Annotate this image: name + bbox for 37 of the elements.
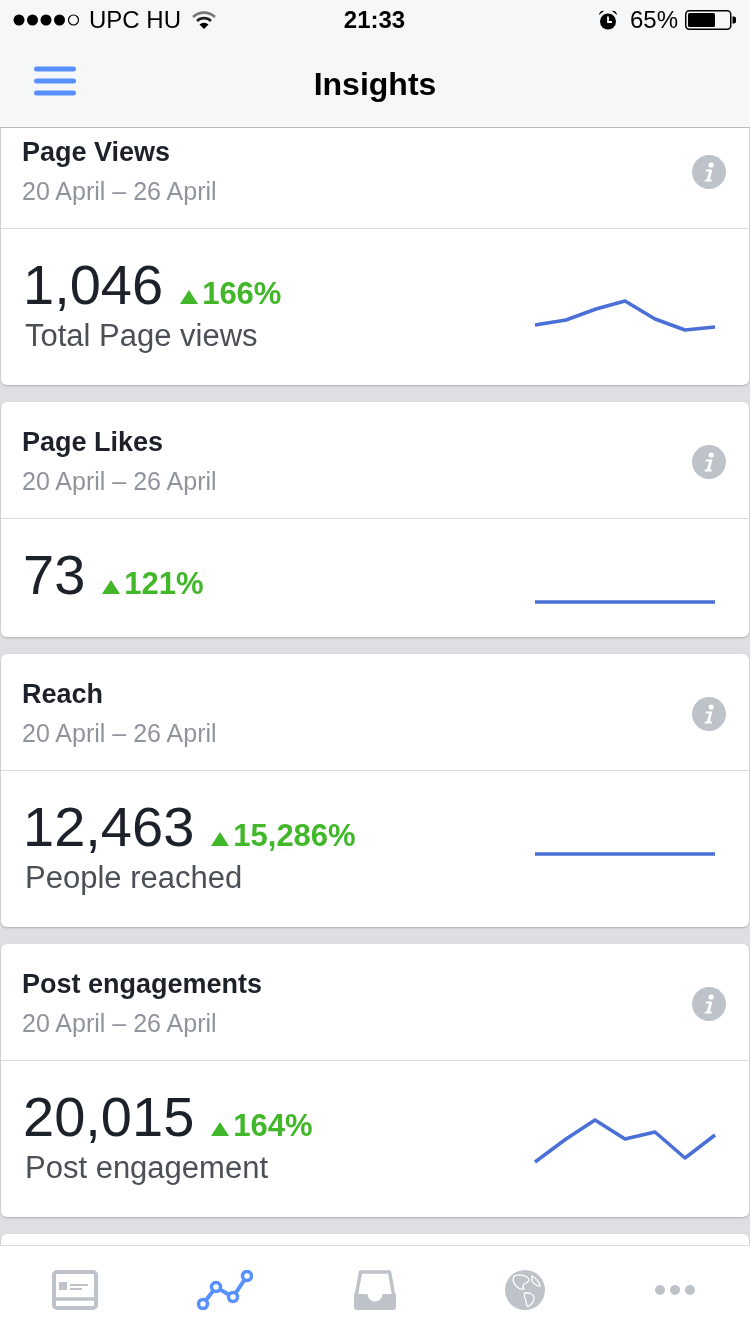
date-range: 20 April – 26 April — [22, 176, 217, 207]
signal-strength-icon — [13, 14, 80, 26]
metric-value: 12,463 — [23, 795, 195, 859]
date-range: 20 April – 26 April — [22, 466, 217, 497]
info-icon[interactable] — [692, 986, 726, 1021]
percent-change: 166% — [202, 276, 282, 312]
carrier-name: UPC HU — [89, 6, 181, 34]
page-card-icon[interactable] — [52, 1270, 98, 1310]
metric-value: 1,046 — [23, 253, 164, 317]
battery-percentage: 65% — [629, 6, 678, 34]
metric-label: Post engagement — [24, 1149, 269, 1187]
percent-change: 164% — [233, 1108, 313, 1144]
menu-icon[interactable] — [34, 65, 76, 96]
clock-time: 21:33 — [343, 6, 406, 34]
inbox-tray-icon[interactable] — [354, 1270, 396, 1310]
metric-label: People reached — [24, 859, 244, 897]
info-icon[interactable] — [692, 696, 726, 731]
info-icon[interactable] — [692, 154, 726, 189]
globe-icon[interactable] — [505, 1270, 545, 1310]
wifi-icon — [192, 11, 216, 29]
percent-change: 121% — [124, 566, 204, 602]
alarm-clock-icon — [597, 10, 618, 30]
card-title: Reach — [22, 678, 105, 711]
line-graph-icon[interactable] — [197, 1270, 253, 1310]
metric-label: Total Page views — [24, 317, 259, 355]
page-title: Insights — [313, 64, 437, 104]
card-title: Page Likes — [22, 426, 165, 459]
percent-change: 15,286% — [233, 818, 356, 854]
date-range: 20 April – 26 April — [22, 1008, 218, 1039]
card-title: Page Views — [22, 136, 172, 169]
battery-icon — [685, 10, 736, 30]
card-title: Post engagements — [22, 968, 263, 1001]
metric-value: 73 — [23, 543, 86, 607]
info-icon[interactable] — [692, 444, 726, 479]
more-dots-icon[interactable] — [655, 1285, 695, 1295]
metric-value: 20,015 — [23, 1085, 195, 1149]
date-range: 20 April – 26 April — [22, 718, 217, 749]
